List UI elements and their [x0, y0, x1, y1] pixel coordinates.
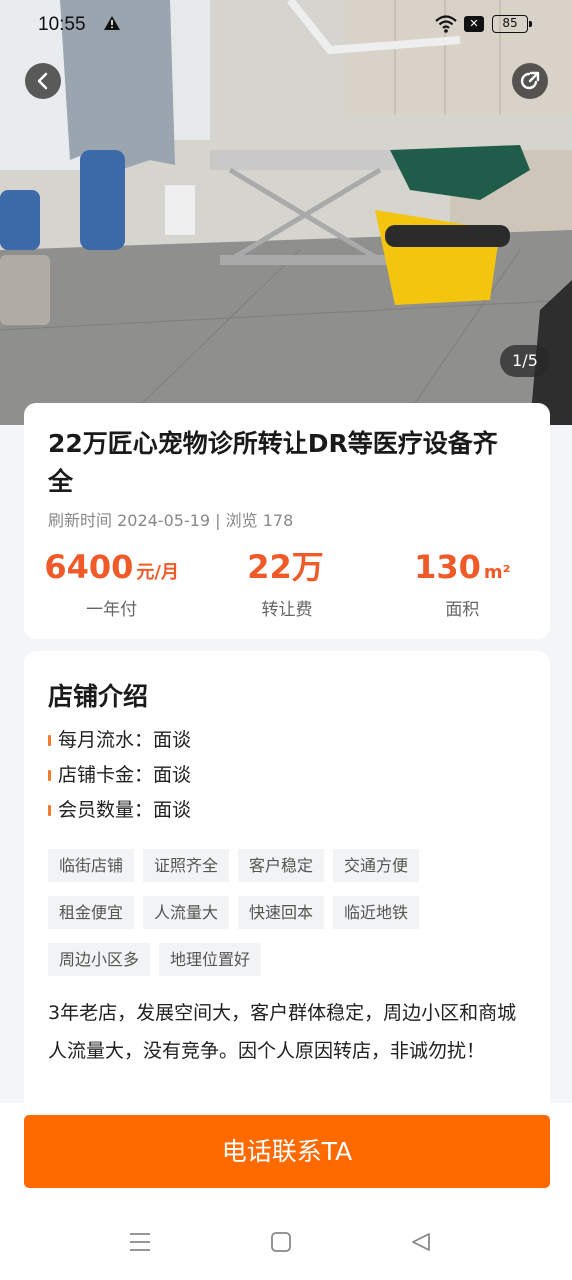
- feature-tag: 租金便宜: [48, 896, 135, 929]
- warning-icon: [103, 15, 121, 35]
- battery-indicator: 85: [492, 15, 532, 33]
- clinic-photo-illustration: [0, 0, 572, 425]
- home-square-icon[interactable]: [270, 1231, 292, 1257]
- feature-tag: 地理位置好: [159, 943, 262, 976]
- wifi-icon: [434, 14, 458, 38]
- stat-label: 面积: [445, 600, 480, 620]
- notification-x-icon: ✕: [464, 16, 484, 32]
- share-icon: [520, 71, 540, 90]
- status-time: 10:55: [38, 14, 86, 35]
- info-row-card-balance: 店铺卡金：面谈: [48, 758, 191, 793]
- listing-title: 22万匠心宠物诊所转让DR等医疗设备齐全: [48, 429, 498, 496]
- feature-tag: 临近地铁: [333, 896, 420, 929]
- share-button[interactable]: [512, 63, 548, 99]
- back-triangle-icon[interactable]: [410, 1231, 432, 1257]
- status-bar: 10:55 ✕ 85: [0, 0, 572, 52]
- listing-meta: 刷新时间 2024-05-19 | 浏览 178: [48, 511, 294, 530]
- stat-unit: 元/月: [136, 562, 179, 583]
- feature-tags: 临街店铺 证照齐全 客户稳定 交通方便 租金便宜 人流量大 快速回本 临近地铁 …: [48, 849, 468, 976]
- stat-value: 130: [414, 548, 481, 586]
- stat-area: 130 m² 面积: [375, 545, 550, 620]
- listing-stats: 6400 元/月 一年付 22万 转让费 130 m² 面积: [24, 545, 550, 620]
- listing-photo[interactable]: [0, 0, 572, 425]
- feature-tag: 临街店铺: [48, 849, 135, 882]
- feature-tag: 周边小区多: [48, 943, 151, 976]
- bottom-action-bar: 电话联系TA: [0, 1103, 572, 1280]
- shop-description: 3年老店，发展空间大，客户群体稳定，周边小区和商城人流量大，没有竞争。因个人原因…: [48, 1002, 517, 1062]
- feature-tag: 客户稳定: [238, 849, 325, 882]
- info-list: 每月流水：面谈 店铺卡金：面谈 会员数量：面谈: [48, 723, 191, 828]
- stat-label: 一年付: [86, 600, 138, 620]
- stat-label: 转让费: [261, 600, 313, 620]
- back-arrow-icon: [37, 72, 48, 90]
- shop-intro-card: 店铺介绍 每月流水：面谈 店铺卡金：面谈 会员数量：面谈 临街店铺 证照齐全 客…: [24, 651, 550, 1121]
- feature-tag: 快速回本: [238, 896, 325, 929]
- stat-value: 6400: [44, 548, 134, 586]
- stat-unit: m²: [483, 562, 511, 583]
- system-nav-bar: [0, 1213, 572, 1273]
- stat-value: 22万: [247, 548, 324, 586]
- call-contact-button[interactable]: 电话联系TA: [24, 1115, 550, 1188]
- stat-transfer-fee: 22万 转让费: [199, 545, 374, 620]
- info-row-monthly-revenue: 每月流水：面谈: [48, 723, 191, 758]
- section-title: 店铺介绍: [48, 682, 149, 711]
- back-button[interactable]: [25, 63, 61, 99]
- photo-counter: 1/5: [500, 345, 550, 377]
- info-row-member-count: 会员数量：面谈: [48, 793, 191, 828]
- stat-rent: 6400 元/月 一年付: [24, 545, 199, 620]
- feature-tag: 人流量大: [143, 896, 230, 929]
- feature-tag: 证照齐全: [143, 849, 230, 882]
- feature-tag: 交通方便: [333, 849, 420, 882]
- menu-icon[interactable]: [128, 1231, 152, 1257]
- listing-summary-card: 22万匠心宠物诊所转让DR等医疗设备齐全 刷新时间 2024-05-19 | 浏…: [24, 403, 550, 639]
